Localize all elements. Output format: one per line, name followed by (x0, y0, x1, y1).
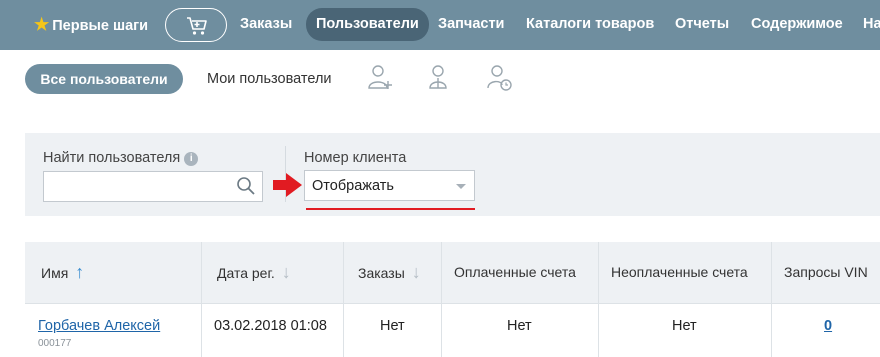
user-name-link[interactable]: Горбачев Алексей (38, 318, 160, 334)
cart-icon (187, 17, 207, 35)
page: { "topnav": { "first_steps": "Первые шаг… (0, 0, 880, 357)
table-header (25, 242, 880, 303)
sort-up-icon[interactable]: ↑ (75, 262, 84, 282)
user-id: 000177 (38, 338, 72, 349)
column-divider (598, 242, 599, 357)
chevron-down-icon (456, 184, 466, 189)
nav-users[interactable]: Пользователи (306, 8, 429, 41)
column-header-name[interactable]: Имя ↑ (41, 242, 84, 303)
vin-requests-link[interactable]: 0 (824, 318, 832, 334)
my-users-tab[interactable]: Мои пользователи (207, 64, 332, 94)
column-header-vin[interactable]: Запросы VIN (784, 242, 868, 303)
sort-down-icon[interactable]: ↓ (282, 262, 291, 282)
nav-first-steps-label: Первые шаги (52, 18, 149, 34)
orders-cell: Нет (380, 318, 405, 334)
add-user-icon[interactable] (368, 64, 394, 92)
top-navigation: ★ Первые шаги Заказы Пользователи Запчаст… (0, 0, 880, 50)
column-divider (441, 242, 442, 357)
client-number-select[interactable]: Отображать (304, 170, 475, 201)
reg-date-cell: 03.02.2018 01:08 (214, 318, 327, 334)
red-arrow-icon (273, 173, 302, 197)
search-user-label: Найти пользователя (43, 150, 181, 166)
cart-button[interactable] (165, 8, 227, 42)
row-divider (25, 303, 880, 304)
search-icon[interactable] (236, 176, 256, 196)
star-icon: ★ (34, 15, 50, 34)
red-underline (306, 208, 475, 210)
column-header-reg-date-label: Дата рег. (217, 265, 275, 281)
nav-catalogs[interactable]: Каталоги товаров (526, 8, 654, 41)
nav-more[interactable]: На (863, 8, 880, 41)
column-header-unpaid[interactable]: Неоплаченные счета (611, 242, 748, 303)
search-user-label-row: Найти пользователя i (43, 150, 199, 166)
info-icon[interactable]: i (184, 152, 199, 166)
column-header-reg-date[interactable]: Дата рег. ↓ (217, 242, 291, 303)
nav-first-steps[interactable]: ★ Первые шаги (34, 8, 148, 41)
column-header-paid[interactable]: Оплаченные счета (454, 242, 576, 303)
paid-cell: Нет (507, 318, 532, 334)
client-number-label: Номер клиента (304, 150, 407, 166)
column-header-orders-label: Заказы (358, 265, 405, 281)
unpaid-cell: Нет (672, 318, 697, 334)
nav-parts[interactable]: Запчасти (438, 8, 504, 41)
sort-down-icon[interactable]: ↓ (412, 262, 421, 282)
column-divider (201, 242, 202, 357)
nav-content[interactable]: Содержимое (751, 8, 843, 41)
column-divider (343, 242, 344, 357)
user-history-icon[interactable] (487, 64, 513, 92)
column-header-name-label: Имя (41, 265, 69, 281)
nav-reports[interactable]: Отчеты (675, 8, 729, 41)
nav-orders[interactable]: Заказы (240, 8, 292, 41)
column-divider (771, 242, 772, 357)
column-header-orders[interactable]: Заказы ↓ (358, 242, 421, 303)
client-number-value: Отображать (312, 178, 394, 194)
user-profile-icon[interactable] (428, 64, 448, 92)
search-user-input[interactable] (43, 171, 263, 202)
all-users-tab[interactable]: Все пользователи (25, 64, 183, 94)
